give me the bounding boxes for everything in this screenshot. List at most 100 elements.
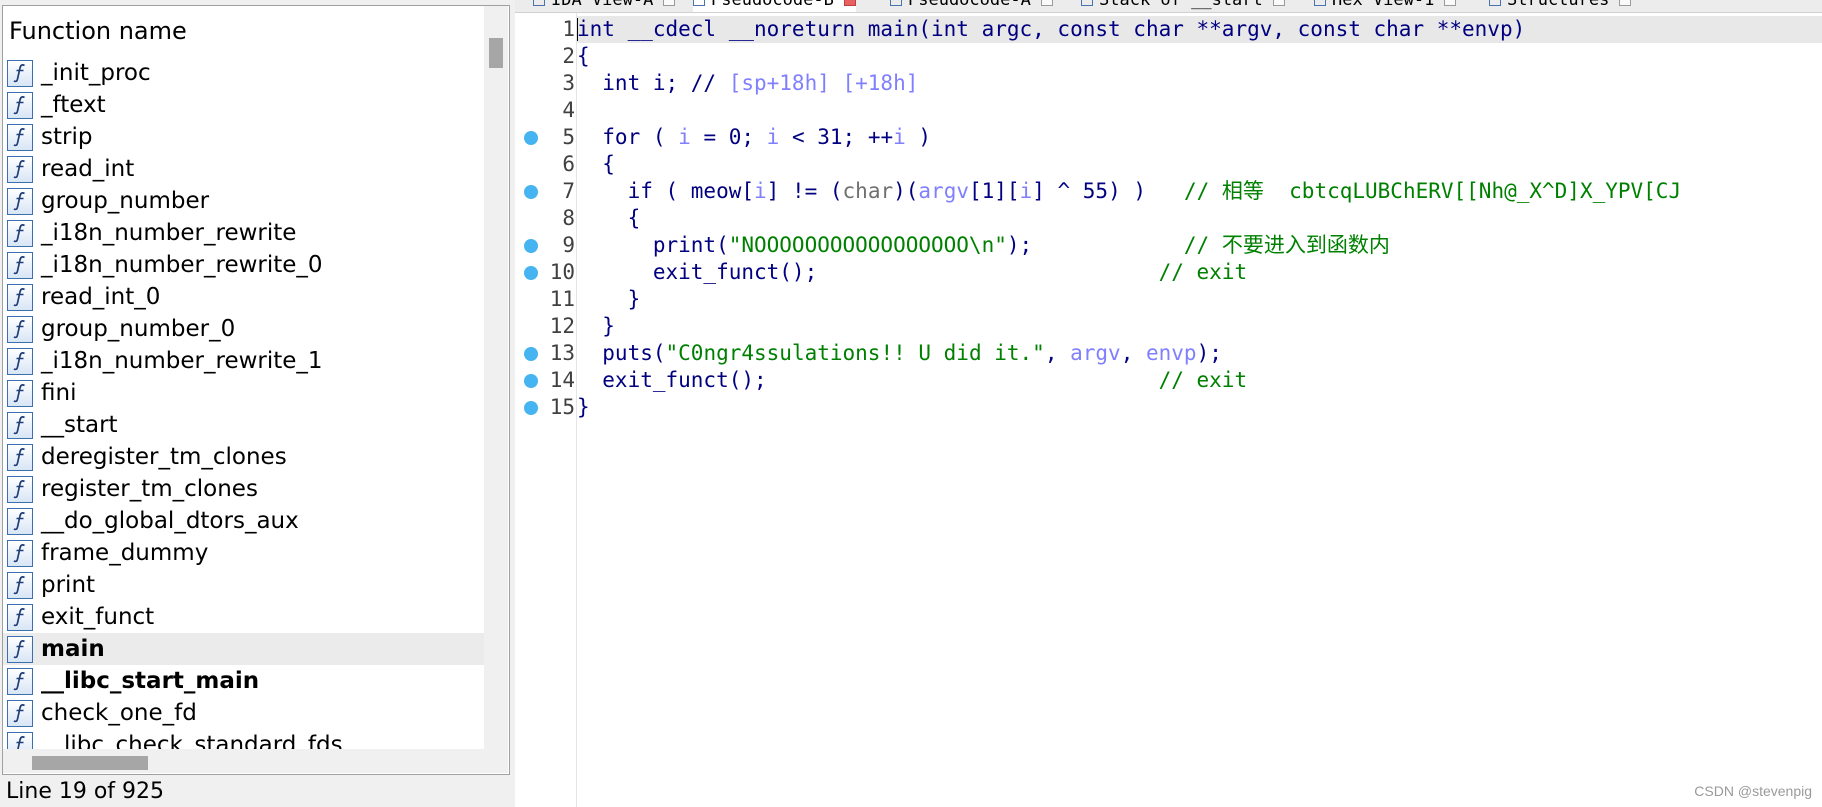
breakpoint-marker-icon[interactable] [524,401,538,415]
function-row[interactable]: _init_proc [3,57,484,89]
tab-hex-view-1[interactable]: Hex View-1 [1314,0,1457,12]
function-row[interactable]: strip [3,121,484,153]
code-text: { [577,43,590,70]
tab-stack-of-start[interactable]: Stack of __start [1081,0,1285,12]
code-line[interactable]: 9 print("NOOOOOOOOOOOOOOOOO\n"); // 不要进入… [515,232,1822,259]
tab-close-icon[interactable] [663,0,676,6]
function-name: print [41,572,96,598]
function-row[interactable]: __libc_check_standard_fds [3,729,484,749]
function-name: check_one_fd [41,700,197,726]
code-token: ); [1196,341,1222,365]
function-list: Function name _init_proc _ftext strip read_… [2,5,510,775]
code-line[interactable]: 7 if ( meow[i] != (char)(argv[1][i] ^ 55… [515,178,1822,205]
function-row[interactable]: register_tm_clones [3,473,484,505]
function-name: _i18n_number_rewrite_1 [41,348,323,374]
code-token: , [1044,341,1071,365]
horizontal-scrollbar-thumb[interactable] [32,756,148,770]
code-line[interactable]: 5 for ( i = 0; i < 31; ++i ) [515,124,1822,151]
function-row[interactable]: check_one_fd [3,697,484,729]
function-row[interactable]: __libc_start_main [3,665,484,697]
code-token: argv [1070,341,1121,365]
function-icon [7,571,33,599]
function-row[interactable]: read_int_0 [3,281,484,313]
breakpoint-marker-icon[interactable] [524,131,538,145]
pseudocode-view[interactable]: 1 int __cdecl __noreturn main(int argc, c… [515,13,1822,807]
tab-bar: IDA View-A Pseudocode-B Pseudocode-A Stack … [515,0,1822,13]
breakpoint-marker-icon[interactable] [524,347,538,361]
function-row[interactable]: deregister_tm_clones [3,441,484,473]
line-number: 3 [562,71,575,95]
code-line[interactable]: 8 { [515,205,1822,232]
tab-close-icon[interactable] [843,0,856,6]
code-text: for ( i = 0; i < 31; ++i ) [577,124,931,151]
function-row[interactable]: __do_global_dtors_aux [3,505,484,537]
code-token: ); [1006,233,1184,257]
tab-close-icon[interactable] [1619,0,1632,6]
tab-close-icon[interactable] [1444,0,1457,6]
vertical-scrollbar[interactable] [484,6,508,749]
breakpoint-marker-icon[interactable] [524,266,538,280]
code-token: } [577,314,615,338]
code-token: ) [905,125,932,149]
function-name: __do_global_dtors_aux [41,508,299,534]
code-token: } [577,395,590,419]
watermark: CSDN @stevenpig [1694,783,1812,799]
function-name-column-header[interactable]: Function name [3,6,484,56]
function-row[interactable]: _i18n_number_rewrite_0 [3,249,484,281]
function-row[interactable]: print [3,569,484,601]
tab-view-icon [890,0,902,6]
code-text: { [577,205,641,232]
function-row[interactable]: main [3,633,484,665]
function-icon [7,155,33,183]
function-row[interactable]: group_number_0 [3,313,484,345]
code-text: if ( meow[i] != (char)(argv[1][i] ^ 55) … [577,178,1682,205]
function-row[interactable]: _ftext [3,89,484,121]
breakpoint-marker-icon[interactable] [524,374,538,388]
code-text: } [577,313,615,340]
function-row[interactable]: read_int [3,153,484,185]
function-row[interactable]: exit_funct [3,601,484,633]
function-name: fini [41,380,77,406]
code-token: // exit [1158,260,1248,284]
code-line[interactable]: 6 { [515,151,1822,178]
tab-structures[interactable]: Structures [1489,0,1632,12]
code-line[interactable]: 15} [515,394,1822,421]
breakpoint-marker-icon[interactable] [524,185,538,199]
function-name: exit_funct [41,604,155,630]
tab-ida-view-a[interactable]: IDA View-A [533,0,676,12]
function-name: group_number_0 [41,316,236,342]
tab-pseudocode-b[interactable]: Pseudocode-B [693,0,856,12]
code-line[interactable]: 1 int __cdecl __noreturn main(int argc, c… [515,16,1822,43]
function-name: __libc_check_standard_fds [41,732,343,749]
tab-close-icon[interactable] [1272,0,1285,6]
code-line[interactable]: 4 [515,97,1822,124]
code-line[interactable]: 10 exit_funct(); // exit [515,259,1822,286]
function-row[interactable]: _i18n_number_rewrite_1 [3,345,484,377]
tab-view-icon [1314,0,1326,6]
function-row[interactable]: group_number [3,185,484,217]
code-line[interactable]: 2{ [515,43,1822,70]
function-name: deregister_tm_clones [41,444,287,470]
function-row[interactable]: _i18n_number_rewrite [3,217,484,249]
code-line[interactable]: 13 puts("C0ngr4ssulations!! U did it.", … [515,340,1822,367]
horizontal-scrollbar[interactable] [3,749,508,773]
breakpoint-marker-icon[interactable] [524,239,538,253]
vertical-scrollbar-thumb[interactable] [489,38,503,68]
function-icon [7,123,33,151]
function-icon [7,411,33,439]
function-icon [7,603,33,631]
code-line[interactable]: 14 exit_funct(); // exit [515,367,1822,394]
function-name: group_number [41,188,210,214]
code-line[interactable]: 3 int i; // [sp+18h] [+18h] [515,70,1822,97]
tab-close-icon[interactable] [1040,0,1053,6]
tab-pseudocode-a[interactable]: Pseudocode-A [890,0,1053,12]
code-token: // 不要进入到函数内 [1183,233,1390,257]
code-line[interactable]: 12 } [515,313,1822,340]
code-line[interactable]: 11 } [515,286,1822,313]
function-row[interactable]: __start [3,409,484,441]
function-row[interactable]: fini [3,377,484,409]
function-icon [7,539,33,567]
function-row[interactable]: frame_dummy [3,537,484,569]
tab-label: Pseudocode-A [908,0,1031,10]
code-token: i [893,125,906,149]
